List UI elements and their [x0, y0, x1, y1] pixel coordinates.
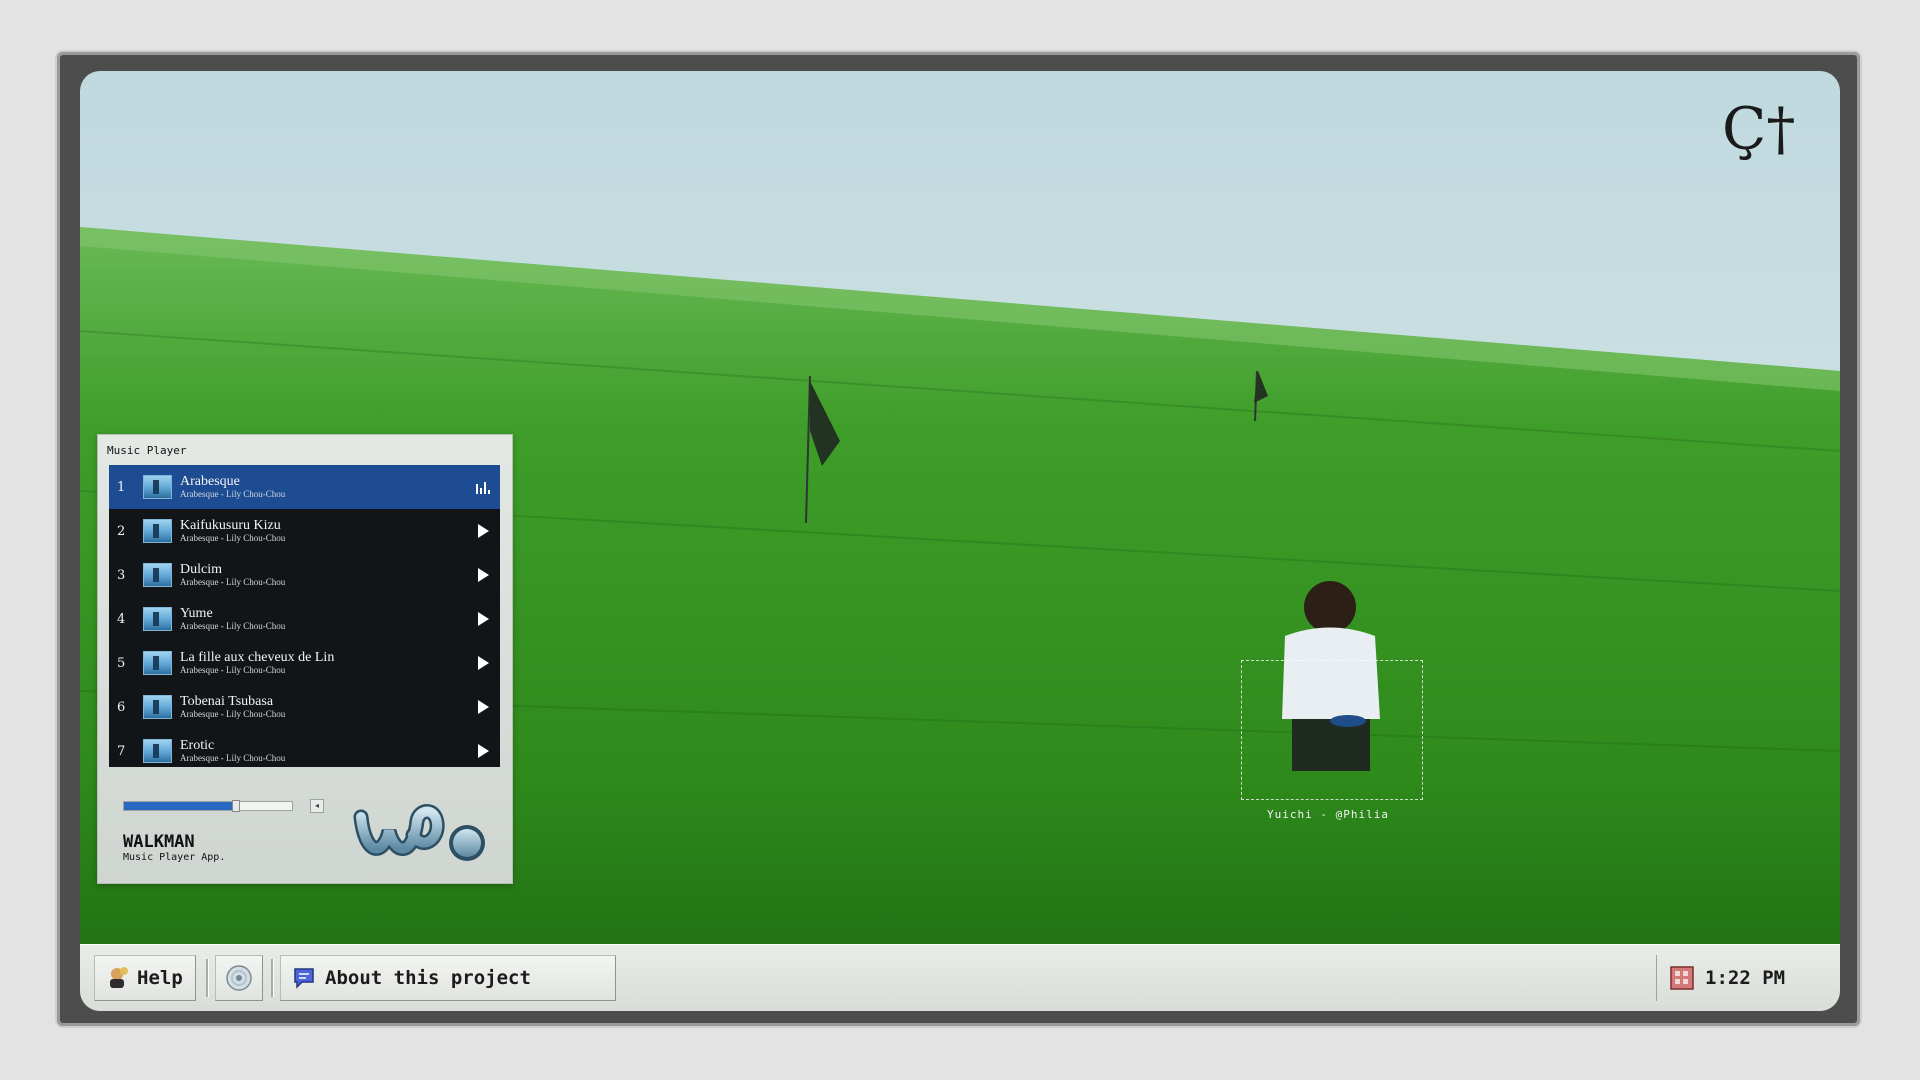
clock-time: 1:22 PM — [1705, 967, 1786, 989]
desktop-screen: Ç† Yuichi - @Philia Music Player 1 Arabe… — [80, 71, 1840, 1011]
album-art-thumbnail — [143, 651, 172, 675]
track-number: 7 — [117, 743, 126, 759]
track-control[interactable] — [466, 480, 500, 494]
track-title: La fille aux cheveux de Lin — [180, 649, 335, 665]
album-art-thumbnail — [143, 475, 172, 499]
track-control[interactable] — [466, 744, 500, 758]
track-subtitle: Arabesque - Lily Chou-Chou — [180, 532, 286, 543]
cd-disc-icon — [226, 965, 252, 991]
track-item[interactable]: 6 Tobenai Tsubasa Arabesque - Lily Chou-… — [109, 685, 500, 729]
track-number: 6 — [117, 699, 126, 715]
playback-progress-bar[interactable] — [123, 800, 293, 812]
equalizer-icon — [476, 480, 490, 494]
track-title: Erotic — [180, 737, 215, 753]
track-number: 3 — [117, 567, 126, 583]
media-player-button[interactable] — [215, 955, 263, 1001]
track-subtitle: Arabesque - Lily Chou-Chou — [180, 620, 286, 631]
play-icon[interactable] — [477, 744, 489, 758]
track-subtitle: Arabesque - Lily Chou-Chou — [180, 488, 286, 499]
taskbar-separator — [206, 959, 209, 997]
track-title: Arabesque — [180, 473, 240, 489]
about-project-button[interactable]: About this project — [280, 955, 616, 1001]
track-subtitle: Arabesque - Lily Chou-Chou — [180, 664, 286, 675]
track-title: Dulcim — [180, 561, 222, 577]
taskbar: Help About this project 1:22 PM — [80, 944, 1840, 1011]
track-number: 2 — [117, 523, 126, 539]
volume-icon[interactable]: ◂ — [310, 799, 324, 813]
track-number: 4 — [117, 611, 126, 627]
player-brand-name: WALKMAN — [123, 832, 195, 852]
track-item[interactable]: 5 La fille aux cheveux de Lin Arabesque … — [109, 641, 500, 685]
system-tray: 1:22 PM — [1656, 955, 1818, 1001]
track-control[interactable] — [466, 612, 500, 626]
track-title: Kaifukusuru Kizu — [180, 517, 281, 533]
subject-focus-box — [1241, 660, 1423, 800]
track-item[interactable]: 2 Kaifukusuru Kizu Arabesque - Lily Chou… — [109, 509, 500, 553]
player-window-title: Music Player — [107, 444, 187, 457]
photo-caption: Yuichi - @Philia — [1267, 808, 1389, 821]
track-control[interactable] — [466, 700, 500, 714]
track-subtitle: Arabesque - Lily Chou-Chou — [180, 752, 286, 763]
help-person-icon — [110, 967, 128, 988]
music-player-window[interactable]: Music Player 1 Arabesque Arabesque - Lil… — [97, 434, 513, 884]
progress-fill — [124, 802, 235, 810]
about-label: About this project — [325, 967, 531, 989]
track-title: Tobenai Tsubasa — [180, 693, 274, 709]
album-art-thumbnail — [143, 739, 172, 763]
album-art-thumbnail — [143, 695, 172, 719]
album-art-thumbnail — [143, 563, 172, 587]
play-icon[interactable] — [477, 524, 489, 538]
track-control[interactable] — [466, 568, 500, 582]
play-icon[interactable] — [477, 612, 489, 626]
play-icon[interactable] — [477, 656, 489, 670]
album-art-thumbnail — [143, 519, 172, 543]
track-control[interactable] — [466, 524, 500, 538]
track-control[interactable] — [466, 656, 500, 670]
help-label: Help — [137, 967, 183, 989]
progress-knob[interactable] — [231, 800, 240, 812]
track-item[interactable]: 4 Yume Arabesque - Lily Chou-Chou — [109, 597, 500, 641]
walkman-logo-icon — [353, 804, 485, 861]
track-number: 1 — [117, 479, 126, 495]
track-item[interactable]: 1 Arabesque Arabesque - Lily Chou-Chou — [109, 465, 500, 509]
track-subtitle: Arabesque - Lily Chou-Chou — [180, 708, 286, 719]
corner-brand-logo: Ç† — [1722, 95, 1795, 163]
track-subtitle: Arabesque - Lily Chou-Chou — [180, 576, 286, 587]
track-title: Yume — [180, 605, 213, 621]
tray-calendar-icon[interactable] — [1669, 965, 1695, 991]
track-item[interactable]: 7 Erotic Arabesque - Lily Chou-Chou — [109, 729, 500, 767]
play-icon[interactable] — [477, 700, 489, 714]
chat-bubble-icon — [294, 968, 314, 989]
player-brand-tagline: Music Player App. — [123, 852, 226, 863]
track-number: 5 — [117, 655, 126, 671]
track-item[interactable]: 3 Dulcim Arabesque - Lily Chou-Chou — [109, 553, 500, 597]
corner-logo-text: Ç† — [1722, 95, 1795, 163]
play-icon[interactable] — [477, 568, 489, 582]
taskbar-separator — [271, 959, 274, 997]
album-art-thumbnail — [143, 607, 172, 631]
help-button[interactable]: Help — [94, 955, 196, 1001]
track-list[interactable]: 1 Arabesque Arabesque - Lily Chou-Chou 2… — [109, 465, 500, 767]
